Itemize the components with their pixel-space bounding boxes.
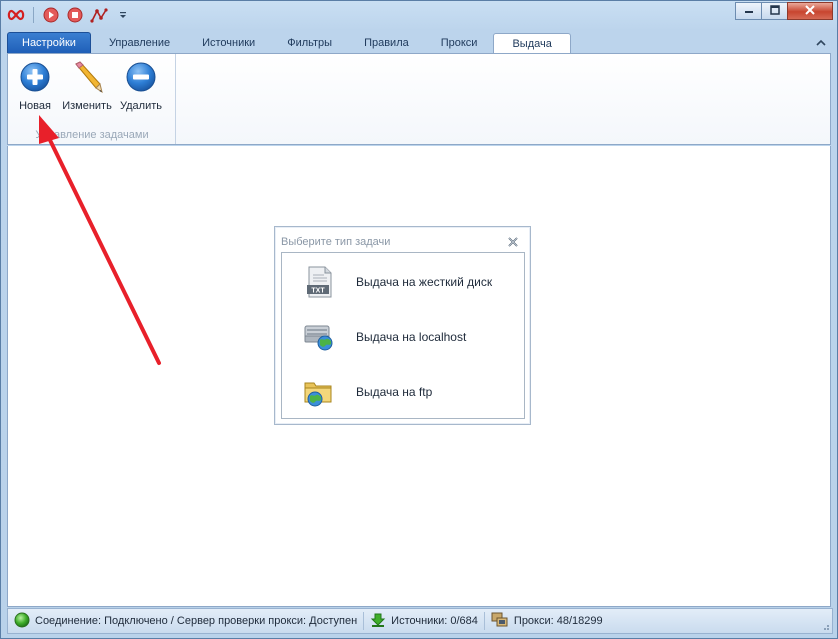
folder-globe-icon xyxy=(302,375,336,409)
dialog-options-list: TXT Выдача на жесткий диск Выдача на loc… xyxy=(281,252,525,419)
option-ftp[interactable]: Выдача на ftp xyxy=(282,368,524,416)
edit-task-label: Изменить xyxy=(62,100,112,112)
pencil-icon xyxy=(70,60,104,94)
download-icon xyxy=(370,612,386,631)
dialog-close-icon[interactable] xyxy=(507,236,519,248)
ribbon-group-task-management: Новая Изменить Удалить Управление задача… xyxy=(8,54,176,144)
tab-filters[interactable]: Фильтры xyxy=(271,32,348,53)
title-bar xyxy=(1,1,837,29)
task-type-dialog: Выберите тип задачи TXT Выдача на жестки… xyxy=(274,226,531,425)
maximize-button[interactable] xyxy=(761,2,788,20)
add-icon xyxy=(18,60,52,94)
new-task-label: Новая xyxy=(19,100,51,112)
txt-icon-text: TXT xyxy=(311,288,325,295)
tab-proxy[interactable]: Прокси xyxy=(425,32,494,53)
tab-settings[interactable]: Настройки xyxy=(7,32,91,53)
option-localhost-label: Выдача на localhost xyxy=(356,330,467,344)
window-controls xyxy=(735,2,833,20)
remove-icon xyxy=(124,60,158,94)
connection-ok-icon xyxy=(14,612,30,631)
status-connection-text: Соединение: Подключено / Сервер проверки… xyxy=(35,615,358,627)
status-proxies-text: Прокси: 48/18299 xyxy=(513,615,603,627)
tab-management[interactable]: Управление xyxy=(93,32,186,53)
app-window: Настройки Управление Источники Фильтры П… xyxy=(0,0,838,639)
status-connection: Соединение: Подключено / Сервер проверки… xyxy=(8,609,363,633)
play-icon[interactable] xyxy=(42,6,60,24)
stop-icon[interactable] xyxy=(66,6,84,24)
status-bar: Соединение: Подключено / Сервер проверки… xyxy=(7,608,833,634)
txt-file-icon: TXT xyxy=(302,265,336,299)
tab-sources[interactable]: Источники xyxy=(186,32,271,53)
graph-icon[interactable] xyxy=(90,6,108,24)
quick-access-toolbar xyxy=(7,6,132,24)
minimize-button[interactable] xyxy=(735,2,762,20)
option-hard-disk-label: Выдача на жесткий диск xyxy=(356,275,493,289)
close-icon xyxy=(804,4,816,18)
server-globe-icon xyxy=(302,320,336,354)
maximize-icon xyxy=(769,4,780,18)
qat-separator xyxy=(33,7,34,23)
dialog-title: Выберите тип задачи xyxy=(281,236,391,248)
delete-task-label: Удалить xyxy=(120,100,162,112)
resize-grip-icon[interactable] xyxy=(820,621,830,631)
tab-output[interactable]: Выдача xyxy=(493,33,571,54)
option-localhost[interactable]: Выдача на localhost xyxy=(282,313,524,361)
status-proxies: Прокси: 48/18299 xyxy=(485,609,609,633)
proxy-servers-icon xyxy=(491,612,509,631)
status-sources: Источники: 0/684 xyxy=(364,609,484,633)
ribbon-group-label: Управление задачами xyxy=(35,129,149,141)
new-task-button[interactable]: Новая xyxy=(9,60,61,116)
ribbon-panel: Новая Изменить Удалить Управление задача… xyxy=(7,53,831,145)
ribbon-tabs: Настройки Управление Источники Фильтры П… xyxy=(7,31,571,54)
ribbon-collapse-icon[interactable] xyxy=(815,37,827,49)
option-hard-disk[interactable]: TXT Выдача на жесткий диск xyxy=(282,258,524,306)
qat-dropdown-icon[interactable] xyxy=(114,6,132,24)
edit-task-button[interactable]: Изменить xyxy=(61,60,113,116)
tab-rules[interactable]: Правила xyxy=(348,32,425,53)
delete-task-button[interactable]: Удалить xyxy=(115,60,167,116)
infinity-logo-icon[interactable] xyxy=(7,6,25,24)
status-sources-text: Источники: 0/684 xyxy=(391,615,478,627)
close-button[interactable] xyxy=(787,2,833,20)
window-title xyxy=(311,8,531,20)
minimize-icon xyxy=(744,5,754,17)
option-ftp-label: Выдача на ftp xyxy=(356,385,433,399)
